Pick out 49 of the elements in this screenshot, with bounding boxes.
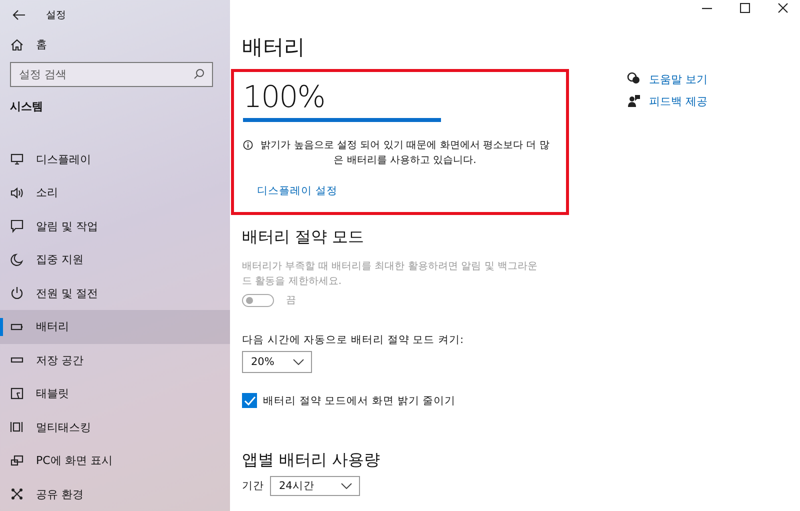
projector-icon	[10, 454, 24, 468]
section-heading: 배터리 절약 모드	[242, 227, 366, 248]
section-heading: 앱별 배터리 사용량	[242, 450, 382, 471]
home-nav-item[interactable]: 홈	[0, 28, 230, 62]
sidebar-item[interactable]: 공유 환경	[0, 478, 230, 511]
chevron-down-icon	[293, 359, 304, 365]
toggle-label: 끔	[286, 294, 296, 307]
windows-icon	[10, 420, 24, 434]
moon-icon	[10, 252, 24, 267]
sidebar-item[interactable]: 알림 및 작업	[0, 210, 230, 244]
tablet-icon	[10, 386, 24, 401]
field-label: 다음 시간에 자동으로 배터리 절약 모드 켜기:	[242, 333, 465, 347]
sidebar-item[interactable]: 저장 공간	[0, 344, 230, 378]
sidebar-item[interactable]: 태블릿	[0, 377, 230, 411]
help-bubble-icon	[627, 72, 641, 86]
help-link[interactable]: 도움말 보기	[649, 72, 708, 86]
speech-bubble-icon	[10, 219, 24, 234]
period-dropdown[interactable]: 24시간	[270, 476, 360, 496]
field-label: 기간	[242, 479, 264, 493]
sidebar-item[interactable]: 소리	[0, 176, 230, 210]
maximize-icon[interactable]	[740, 3, 750, 13]
person-feedback-icon	[627, 94, 641, 108]
chevron-down-icon	[341, 483, 352, 489]
sidebar-item[interactable]: 멀티태스킹	[0, 410, 230, 444]
display-settings-link[interactable]: 디스플레이 설정	[257, 184, 338, 198]
search-icon	[193, 68, 205, 80]
sidebar-item[interactable]: PC에 화면 표시	[0, 444, 230, 478]
share-icon	[10, 487, 24, 502]
search-field[interactable]: 설정 검색	[10, 62, 213, 87]
sidebar-item[interactable]: 집중 지원	[0, 243, 230, 277]
checkmark-icon	[244, 396, 256, 406]
monitor-icon	[10, 152, 24, 166]
sidebar-item[interactable]: 배터리	[0, 310, 230, 344]
sidebar-item[interactable]: 디스플레이	[0, 142, 230, 176]
home-icon	[10, 38, 24, 52]
section-heading: 시스템	[9, 98, 44, 115]
power-icon	[10, 286, 24, 300]
back-arrow-icon[interactable]	[12, 8, 26, 21]
info-icon	[243, 140, 253, 150]
checkbox-label: 배터리 절약 모드에서 화면 밝기 줄이기	[263, 394, 456, 408]
window-title: 설정	[46, 8, 66, 22]
battery-percentage: 100%	[243, 80, 326, 116]
page-title: 배터리	[242, 34, 306, 61]
close-icon[interactable]	[778, 3, 788, 13]
speaker-icon	[10, 186, 24, 200]
description-text: 배터리가 부족할 때 배터리를 최대한 활용하려면 알림 및 백그라운드 활동을 제한하세요.	[242, 260, 538, 289]
sidebar-item[interactable]: 전원 및 절전	[0, 276, 230, 310]
notice-text: 밝기가 높음으로 설정 되어 있기 때문에 화면에서 평소보다 더 많은 배터리를 사용하고 있습니다.	[260, 139, 550, 168]
feedback-link[interactable]: 피드백 제공	[649, 94, 708, 108]
